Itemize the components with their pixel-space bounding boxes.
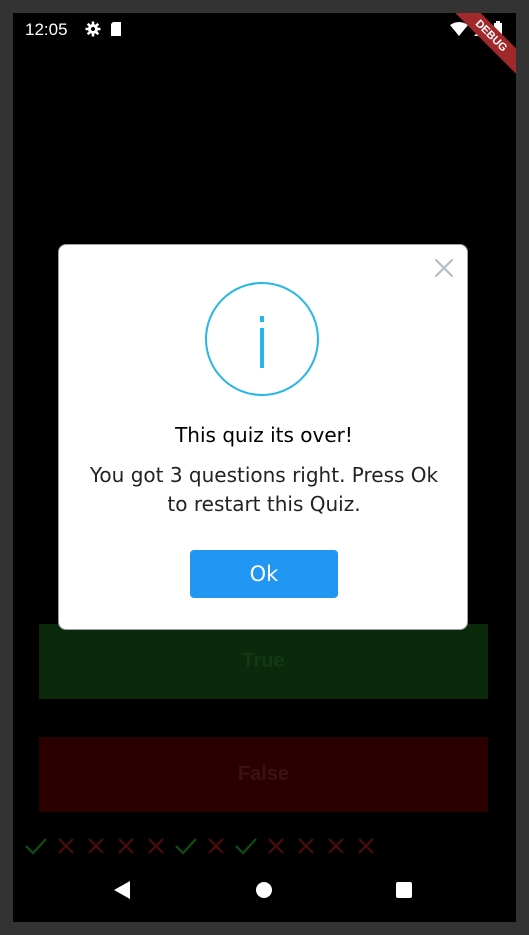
quiz-over-dialog: This quiz its over! You got 3 questions … <box>58 244 468 630</box>
close-icon[interactable] <box>433 257 455 279</box>
ok-label: Ok <box>249 562 279 586</box>
ok-button[interactable]: Ok <box>190 550 338 598</box>
dialog-message: You got 3 questions right. Press Ok to r… <box>89 463 439 516</box>
dialog-overlay: This quiz its over! You got 3 questions … <box>0 0 529 935</box>
info-icon <box>205 282 319 396</box>
dialog-title: This quiz its over! <box>175 423 353 447</box>
info-i-glyph <box>260 316 264 368</box>
